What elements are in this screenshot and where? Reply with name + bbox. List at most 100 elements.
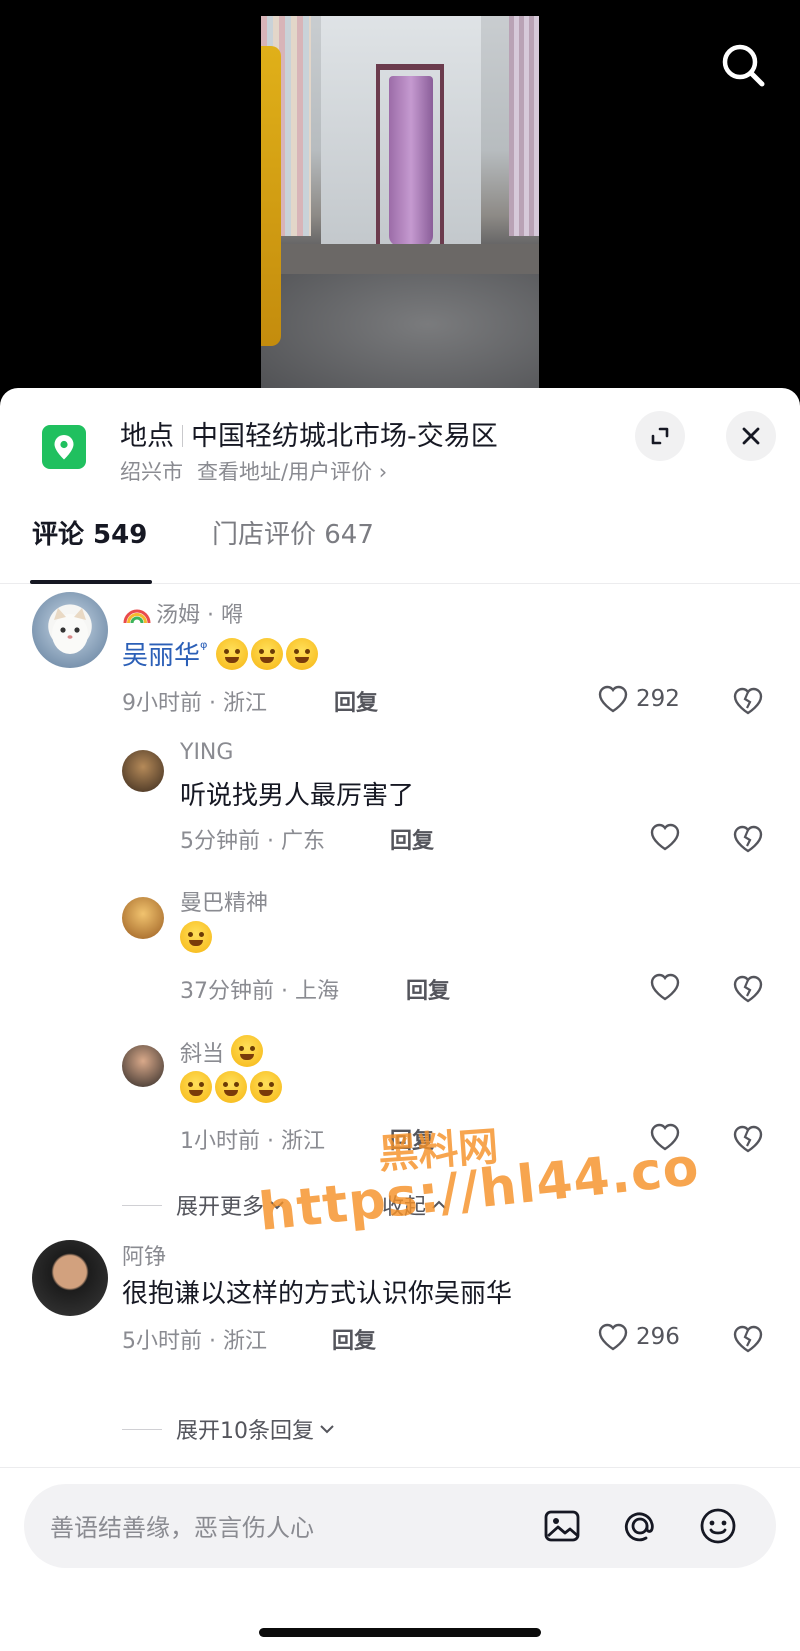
video-player[interactable] xyxy=(0,0,800,400)
mention-link[interactable]: 吴丽华 xyxy=(122,641,200,671)
home-indicator[interactable] xyxy=(259,1628,541,1637)
chevron-down-icon xyxy=(320,1425,334,1434)
location-link[interactable]: 查看地址/用户评价 xyxy=(197,460,372,484)
tab-indicator xyxy=(30,580,152,584)
tab-bar: 评论 549 门店评价 647 xyxy=(0,500,800,584)
image-button[interactable] xyxy=(540,1504,584,1548)
broken-heart-icon xyxy=(733,687,763,715)
video-scene-road xyxy=(261,274,539,400)
comment-meta: 5小时前 · 浙江 xyxy=(122,1329,267,1354)
comment-author[interactable]: 阿铮 xyxy=(122,1239,166,1271)
heart-icon xyxy=(598,685,628,713)
reply-meta: 1小时前 · 浙江 xyxy=(180,1129,325,1154)
laughing-emoji-icon xyxy=(180,921,212,953)
dislike-button[interactable] xyxy=(731,972,765,1006)
reply-meta: 5分钟前 · 广东 xyxy=(180,829,325,854)
dislike-button[interactable] xyxy=(731,822,765,856)
reply-text[interactable] xyxy=(180,921,215,954)
search-mention-icon: ᵠ xyxy=(200,638,208,659)
heart-icon xyxy=(650,823,680,851)
close-icon xyxy=(742,427,760,445)
video-scene-cloth xyxy=(389,76,433,246)
crying-emoji-icon xyxy=(285,638,318,670)
location-subtitle[interactable]: 绍兴市 查看地址/用户评价 › xyxy=(120,456,387,486)
reply-button[interactable]: 回复 xyxy=(390,823,434,855)
rainbow-icon xyxy=(123,609,151,624)
comment-list[interactable]: 汤姆 · 嘚 吴丽华ᵠ 9小时前 · 浙江 回复 292 YING 听说找男人最… xyxy=(0,585,800,1455)
dislike-button[interactable] xyxy=(731,684,765,718)
comment-text[interactable]: 吴丽华ᵠ xyxy=(122,635,321,672)
comment-text[interactable]: 很抱谦以这样的方式认识你吴丽华 xyxy=(122,1273,512,1310)
location-name: 中国轻纺城北市场-交易区 xyxy=(191,421,498,452)
comment-meta: 9小时前 · 浙江 xyxy=(122,691,267,716)
expand-more-label: 展开更多 xyxy=(176,1195,265,1220)
crying-emoji-icon xyxy=(215,638,248,670)
reply-author-name: 斜当 xyxy=(180,1042,225,1067)
chevron-right-icon: › xyxy=(378,460,388,484)
search-button[interactable] xyxy=(716,38,772,94)
heart-icon xyxy=(650,973,680,1001)
video-scene-step xyxy=(261,244,539,274)
comment-input[interactable]: 善语结善缘，恶言伤人心 xyxy=(24,1484,776,1568)
close-button[interactable] xyxy=(726,411,776,461)
broken-heart-icon xyxy=(733,975,763,1003)
crying-emoji-icon xyxy=(250,638,283,670)
avatar[interactable] xyxy=(32,592,108,668)
reply-button[interactable]: 回复 xyxy=(406,973,450,1005)
video-scene-person xyxy=(261,46,281,346)
video-frame[interactable] xyxy=(261,16,539,400)
dislike-button[interactable] xyxy=(731,1122,765,1156)
reply-author[interactable]: 曼巴精神 xyxy=(180,885,268,917)
reply-button[interactable]: 回复 xyxy=(332,1323,376,1355)
broken-heart-icon xyxy=(733,1325,763,1353)
comment-author[interactable]: 汤姆 · 嘚 xyxy=(122,597,243,629)
reply-meta: 37分钟前 · 上海 xyxy=(180,979,339,1004)
reply-button[interactable]: 回复 xyxy=(334,685,378,717)
at-icon xyxy=(624,1512,654,1542)
heart-icon xyxy=(598,1323,628,1351)
tab-store-reviews[interactable]: 门店评价 647 xyxy=(212,514,374,551)
mention-button[interactable] xyxy=(618,1504,662,1548)
location-title: 地点 中国轻纺城北市场-交易区 xyxy=(120,414,498,453)
comment-input-bar: 善语结善缘，恶言伤人心 xyxy=(0,1467,800,1651)
avatar[interactable] xyxy=(122,897,164,939)
reply-author[interactable]: YING xyxy=(180,740,233,765)
comment-author-name: 汤姆 · 嘚 xyxy=(156,603,243,628)
video-scene-fabric xyxy=(509,16,539,236)
avatar[interactable] xyxy=(122,750,164,792)
divider xyxy=(122,1428,162,1430)
like-count: 296 xyxy=(636,1324,680,1350)
like-button[interactable] xyxy=(648,971,682,1003)
avatar[interactable] xyxy=(122,1045,164,1087)
location-city: 绍兴市 xyxy=(120,460,183,484)
like-button[interactable] xyxy=(648,821,682,853)
angry-emoji-icon xyxy=(180,1071,212,1103)
comment-input-placeholder: 善语结善缘，恶言伤人心 xyxy=(50,1514,314,1542)
dizzy-emoji-icon xyxy=(250,1071,282,1103)
emoji-button[interactable] xyxy=(696,1504,740,1548)
divider xyxy=(182,425,183,447)
like-count: 292 xyxy=(636,686,680,712)
eye-roll-emoji-icon xyxy=(231,1035,264,1067)
expand-button[interactable] xyxy=(635,411,685,461)
reply-text[interactable] xyxy=(180,1071,285,1104)
location-header[interactable]: 地点 中国轻纺城北市场-交易区 绍兴市 查看地址/用户评价 › xyxy=(0,388,800,498)
broken-heart-icon xyxy=(733,825,763,853)
location-pin-icon xyxy=(42,425,86,469)
reply-text[interactable]: 听说找男人最厉害了 xyxy=(180,775,414,812)
avatar[interactable] xyxy=(32,1240,108,1316)
expand-replies[interactable]: 展开10条回复 xyxy=(122,1413,336,1445)
reply-author[interactable]: 斜当 xyxy=(180,1035,266,1068)
expand-icon xyxy=(651,427,669,445)
search-icon xyxy=(722,44,765,87)
image-icon xyxy=(544,1510,580,1542)
cat-avatar-image xyxy=(52,608,88,654)
broken-heart-icon xyxy=(733,1125,763,1153)
like-button[interactable]: 292 xyxy=(596,683,680,715)
tab-comments[interactable]: 评论 549 xyxy=(32,514,147,551)
dislike-button[interactable] xyxy=(731,1322,765,1356)
divider xyxy=(122,1204,162,1206)
comment-sheet: 地点 中国轻纺城北市场-交易区 绍兴市 查看地址/用户评价 › 评论 549 门店评… xyxy=(0,388,800,1651)
like-button[interactable]: 296 xyxy=(596,1321,680,1353)
location-label: 地点 xyxy=(120,421,174,452)
